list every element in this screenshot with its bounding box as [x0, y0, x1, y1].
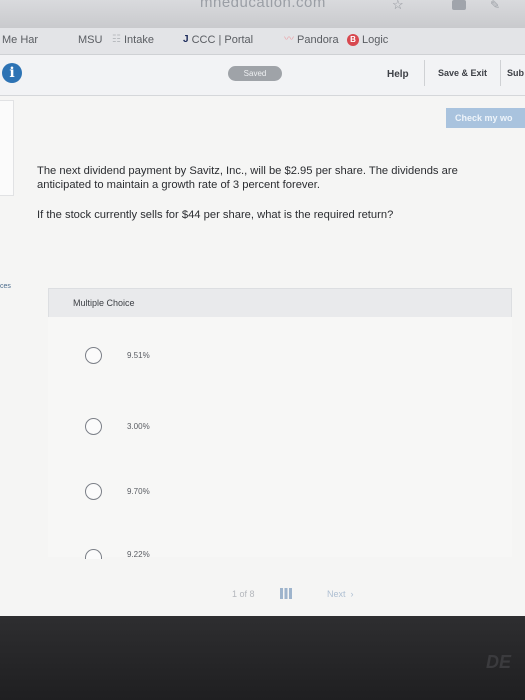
question-pager: 1 of 8 Next › — [0, 586, 525, 608]
pen-icon[interactable]: ✎ — [490, 0, 500, 12]
bookmark-ccc-portal[interactable]: J CCC | Portal — [183, 34, 253, 46]
assignment-header: i Saved Help Save & Exit Sub — [0, 55, 525, 96]
next-label: Next — [327, 589, 346, 599]
check-my-work-button[interactable]: Check my wo — [446, 108, 525, 128]
bookmark-star-icon[interactable]: ☆ — [392, 0, 404, 13]
multiple-choice-label: Multiple Choice — [73, 298, 135, 308]
browser-top-bar: mheducation.com ☆ ✎ — [0, 0, 525, 28]
pandora-icon: 〰 — [284, 34, 294, 45]
question-body: The next dividend payment by Savitz, Inc… — [37, 165, 458, 191]
submit-button[interactable]: Sub — [500, 60, 525, 86]
choices-list: 9.51% 3.00% 9.70% 9.22% — [48, 317, 512, 559]
choice-option[interactable]: 9.22% — [48, 549, 348, 573]
bookmark-pandora[interactable]: 〰 Pandora — [284, 34, 339, 46]
question-panel: ces Check my wo The next dividend paymen… — [0, 96, 525, 616]
radio-button[interactable] — [85, 483, 102, 500]
choice-label[interactable]: 9.22% — [127, 550, 150, 559]
choice-option[interactable]: 3.00% — [48, 418, 348, 442]
bookmark-msu[interactable]: MSU — [78, 34, 102, 46]
choice-label[interactable]: 9.51% — [127, 351, 150, 360]
save-exit-button[interactable]: Save & Exit — [424, 60, 500, 86]
laptop-bezel: DE — [0, 616, 525, 700]
radio-button[interactable] — [85, 418, 102, 435]
next-button[interactable]: Next › — [327, 589, 354, 599]
choice-option[interactable]: 9.51% — [48, 347, 348, 371]
dell-logo: DE — [486, 652, 512, 672]
b-icon: B — [347, 34, 359, 46]
address-bar-url[interactable]: mheducation.com — [200, 0, 326, 11]
list-icon: ☷ — [112, 34, 121, 45]
saved-status-badge: Saved — [228, 66, 282, 81]
choice-label[interactable]: 9.70% — [127, 487, 150, 496]
j-icon: J — [183, 34, 189, 45]
bookmark-me-har[interactable]: Me Har — [2, 34, 38, 46]
question-count[interactable]: 1 of 8 — [232, 589, 255, 599]
radio-button[interactable] — [85, 549, 102, 559]
left-tab-label[interactable]: ces — [0, 283, 11, 290]
bookmark-logic[interactable]: B Logic — [347, 34, 388, 46]
question-prompt: If the stock currently sells for $44 per… — [37, 209, 394, 221]
question-text: The next dividend payment by Savitz, Inc… — [37, 164, 515, 238]
chevron-right-icon: › — [348, 589, 354, 599]
left-side-panel[interactable] — [0, 100, 14, 196]
multiple-choice-header: Multiple Choice — [48, 288, 512, 318]
choice-label[interactable]: 3.00% — [127, 422, 150, 431]
info-icon[interactable]: i — [2, 63, 22, 83]
bookmarks-bar: Me Har MSU ☷ Intake J CCC | Portal 〰 Pan… — [0, 28, 525, 55]
choice-option[interactable]: 9.70% — [48, 483, 348, 507]
previous-icon[interactable] — [209, 588, 221, 600]
grid-icon[interactable] — [280, 588, 292, 599]
radio-button[interactable] — [85, 347, 102, 364]
help-button[interactable]: Help — [387, 69, 409, 80]
bookmark-intake[interactable]: ☷ Intake — [112, 34, 154, 46]
extension-icon[interactable] — [452, 0, 466, 10]
